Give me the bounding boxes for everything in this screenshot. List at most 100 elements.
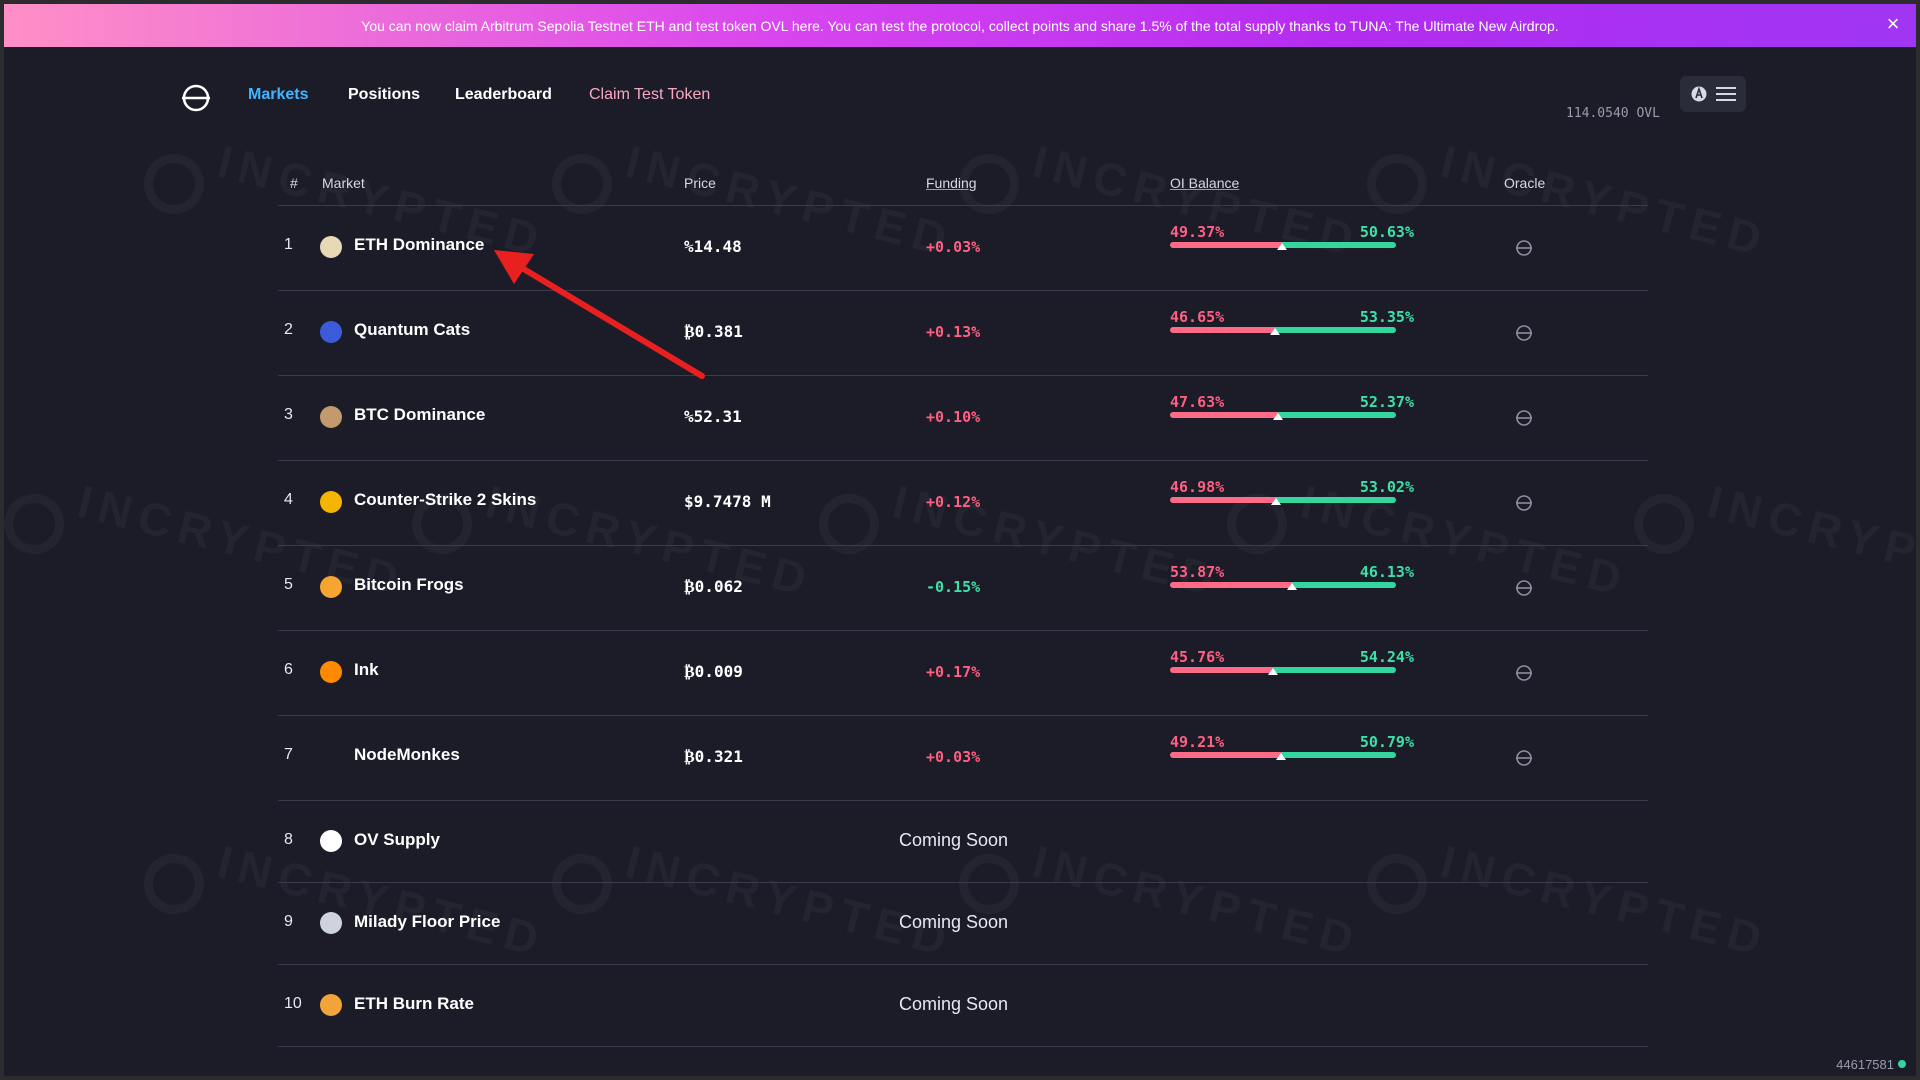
oi-balance-marker [1272,413,1283,420]
market-name[interactable]: Counter-Strike 2 Skins [354,490,536,510]
oracle-icon[interactable] [1515,664,1533,682]
oi-short-fill [1170,497,1277,503]
row-number: 1 [284,236,293,253]
market-icon [320,321,342,343]
oi-balance-bar [1170,327,1396,333]
market-funding: +0.10% [926,408,981,426]
oi-short-percent: 47.63% [1170,393,1225,411]
oracle-icon[interactable] [1515,494,1533,512]
market-name[interactable]: OV Supply [354,830,440,850]
market-icon [320,746,342,768]
account-menu-button[interactable] [1680,76,1746,112]
nav-markets[interactable]: Markets [248,86,308,104]
banner-text: You can now claim Arbitrum Sepolia Testn… [361,17,1559,34]
header-funding[interactable]: Funding [926,175,977,191]
market-icon [320,830,342,852]
overlay-logo-icon[interactable] [180,82,212,114]
close-icon[interactable]: × [1882,13,1904,35]
oi-long-percent: 52.37% [1359,393,1414,411]
market-name[interactable]: Quantum Cats [354,320,470,340]
row-number: 9 [284,913,293,930]
market-funding: +0.17% [926,663,981,681]
oi-balance-marker [1270,328,1281,335]
watermark-logo-icon [144,154,204,214]
announcement-banner: You can now claim Arbitrum Sepolia Testn… [4,4,1916,47]
oracle-icon[interactable] [1515,579,1533,597]
market-row[interactable]: 7 NodeMonkes ₿0.321 +0.03% 49.21% 50.79% [278,716,1648,801]
market-row-coming-soon[interactable]: 9 Milady Floor Price Coming Soon [278,883,1648,965]
header-market: Market [322,175,365,191]
market-name[interactable]: BTC Dominance [354,405,485,425]
nav-positions[interactable]: Positions [348,86,420,104]
market-row[interactable]: 4 Counter-Strike 2 Skins $9.7478 M +0.12% 46… [278,461,1648,546]
footer-id: 44617581 [1836,1057,1894,1072]
oracle-icon[interactable] [1515,324,1533,342]
watermark-logo-icon [144,854,204,914]
oi-long-fill [1276,497,1396,503]
oi-long-percent: 50.79% [1359,733,1414,751]
oi-short-fill [1170,752,1282,758]
market-row[interactable]: 6 Ink ₿0.009 +0.17% 45.76% 54.24% [278,631,1648,716]
market-row-coming-soon[interactable]: 10 ETH Burn Rate Coming Soon [278,965,1648,1047]
oi-long-fill [1281,242,1396,248]
market-row-coming-soon[interactable]: 8 OV Supply Coming Soon [278,801,1648,883]
oi-long-fill [1291,582,1396,588]
market-price: ₿0.321 [684,747,743,766]
oi-balance-bar [1170,667,1396,673]
row-number: 4 [284,491,293,508]
oi-long-percent: 50.63% [1359,223,1414,241]
oi-short-fill [1170,412,1278,418]
oi-short-percent: 45.76% [1170,648,1225,666]
oi-short-percent: 49.37% [1170,223,1225,241]
coming-soon-label: Coming Soon [899,994,1009,1014]
oi-short-fill [1170,242,1282,248]
market-icon [320,661,342,683]
market-price: $9.7478 M [684,492,771,511]
ovl-balance: 114.0540 OVL [1566,106,1660,121]
market-name[interactable]: NodeMonkes [354,745,460,765]
wallet-icon [1691,86,1707,102]
nav-leaderboard[interactable]: Leaderboard [455,86,552,104]
market-icon [320,406,342,428]
oi-balance-marker [1276,753,1287,760]
status-dot [1898,1060,1906,1068]
oi-balance-bar [1170,582,1396,588]
oi-short-percent: 46.98% [1170,478,1225,496]
oi-long-percent: 53.35% [1359,308,1414,326]
oracle-icon[interactable] [1515,239,1533,257]
oi-long-percent: 54.24% [1359,648,1414,666]
market-name[interactable]: Milady Floor Price [354,912,500,932]
market-name[interactable]: ETH Burn Rate [354,994,474,1014]
market-row[interactable]: 5 Bitcoin Frogs ₿0.062 -0.15% 53.87% 46.13% [278,546,1648,631]
row-number: 10 [284,995,302,1012]
market-price: ₿0.062 [684,577,743,596]
red-arrow-annotation [494,250,705,379]
oracle-icon[interactable] [1515,409,1533,427]
oi-long-fill [1275,327,1396,333]
oi-long-percent: 53.02% [1359,478,1414,496]
market-icon [320,576,342,598]
row-number: 3 [284,406,293,423]
row-number: 2 [284,321,293,338]
market-funding: -0.15% [926,578,981,596]
coming-soon-label: Coming Soon [899,830,1009,850]
market-name[interactable]: Ink [354,660,379,680]
header-oi-balance[interactable]: OI Balance [1170,175,1239,191]
oi-short-fill [1170,667,1274,673]
nav-claim-test-token[interactable]: Claim Test Token [589,86,710,104]
oi-balance-marker [1268,668,1279,675]
market-icon [320,236,342,258]
oi-long-fill [1273,667,1396,673]
market-row[interactable]: 3 BTC Dominance %52.31 +0.10% 47.63% 52.37% [278,376,1648,461]
market-funding: +0.12% [926,493,981,511]
app-frame: INCRYPTEDINCRYPTEDINCRYPTEDINCRYPTEDINCR… [4,4,1916,1076]
market-name[interactable]: Bitcoin Frogs [354,575,464,595]
oi-balance-marker [1286,583,1297,590]
watermark-logo-icon [4,494,64,554]
row-number: 8 [284,831,293,848]
market-name[interactable]: ETH Dominance [354,235,484,255]
hamburger-menu-icon [1716,87,1736,101]
header-price: Price [684,175,716,191]
oi-short-percent: 46.65% [1170,308,1225,326]
oracle-icon[interactable] [1515,749,1533,767]
